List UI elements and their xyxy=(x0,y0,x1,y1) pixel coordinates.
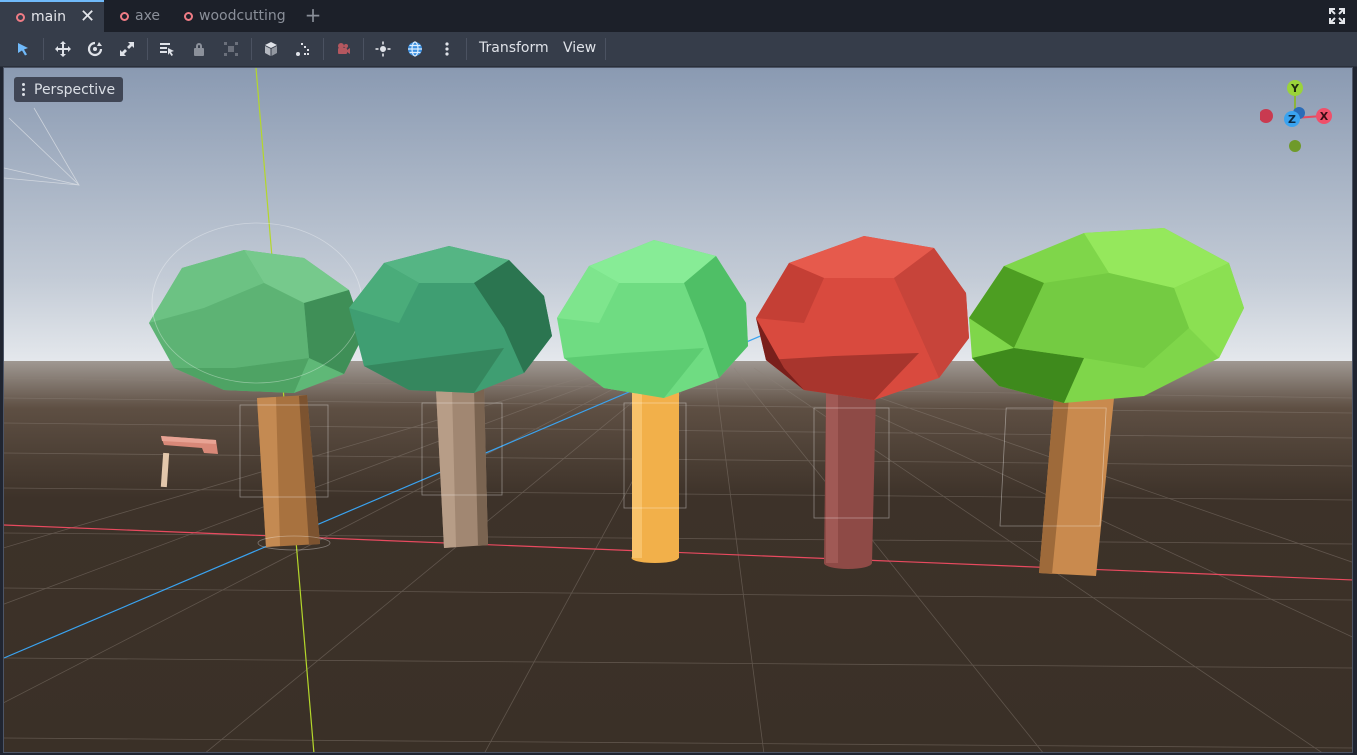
perspective-label: Perspective xyxy=(34,81,116,98)
y-axis-label: Y xyxy=(1290,82,1300,95)
neg-y-handle[interactable] xyxy=(1289,140,1301,152)
environment-icon[interactable] xyxy=(403,37,427,61)
neg-x-handle[interactable] xyxy=(1260,109,1273,123)
tab-main[interactable]: main ✕ xyxy=(0,0,104,32)
scene-ring-icon xyxy=(16,12,25,22)
tab-label: main xyxy=(31,9,66,25)
view-menu[interactable]: View xyxy=(563,32,596,66)
rotate-icon[interactable] xyxy=(83,37,107,61)
perspective-menu-button[interactable]: Perspective xyxy=(14,77,124,102)
move-icon[interactable] xyxy=(51,37,75,61)
local-space-icon[interactable] xyxy=(259,37,283,61)
scene-tab-bar: main ✕ axe woodcutting + xyxy=(0,0,1357,32)
tab-label: woodcutting xyxy=(199,8,286,24)
distraction-free-icon[interactable] xyxy=(1327,6,1347,26)
lock-icon[interactable] xyxy=(187,37,211,61)
toolbar-separator xyxy=(605,38,606,60)
tab-woodcutting[interactable]: woodcutting xyxy=(168,0,298,32)
select-icon[interactable] xyxy=(11,37,35,61)
list-select-icon[interactable] xyxy=(155,37,179,61)
z-axis-label: Z xyxy=(1288,113,1296,126)
toolbar-separator xyxy=(147,38,148,60)
toolbar-separator xyxy=(43,38,44,60)
x-axis-label: X xyxy=(1320,110,1329,123)
tab-axe[interactable]: axe xyxy=(104,0,168,32)
toolbar-separator xyxy=(466,38,467,60)
sun-icon[interactable] xyxy=(371,37,395,61)
scene-render xyxy=(4,68,1352,752)
more-icon[interactable] xyxy=(435,37,459,61)
viewport-toolbar: Transform View xyxy=(0,32,1357,67)
orientation-gizmo[interactable]: Y X Z xyxy=(1260,76,1340,152)
group-icon[interactable] xyxy=(219,37,243,61)
menu-dots-icon xyxy=(22,83,26,96)
scale-icon[interactable] xyxy=(115,37,139,61)
tab-label: axe xyxy=(135,8,161,24)
add-tab-icon[interactable]: + xyxy=(304,4,322,26)
transform-menu[interactable]: Transform xyxy=(479,32,549,66)
3d-viewport[interactable]: Perspective Y X Z xyxy=(3,67,1353,753)
snap-icon[interactable] xyxy=(291,37,315,61)
toolbar-separator xyxy=(323,38,324,60)
scene-ring-icon xyxy=(120,11,129,21)
toolbar-separator xyxy=(363,38,364,60)
close-icon[interactable]: ✕ xyxy=(80,8,95,26)
scene-ring-icon xyxy=(184,11,193,21)
camera-icon[interactable] xyxy=(331,37,355,61)
toolbar-separator xyxy=(251,38,252,60)
